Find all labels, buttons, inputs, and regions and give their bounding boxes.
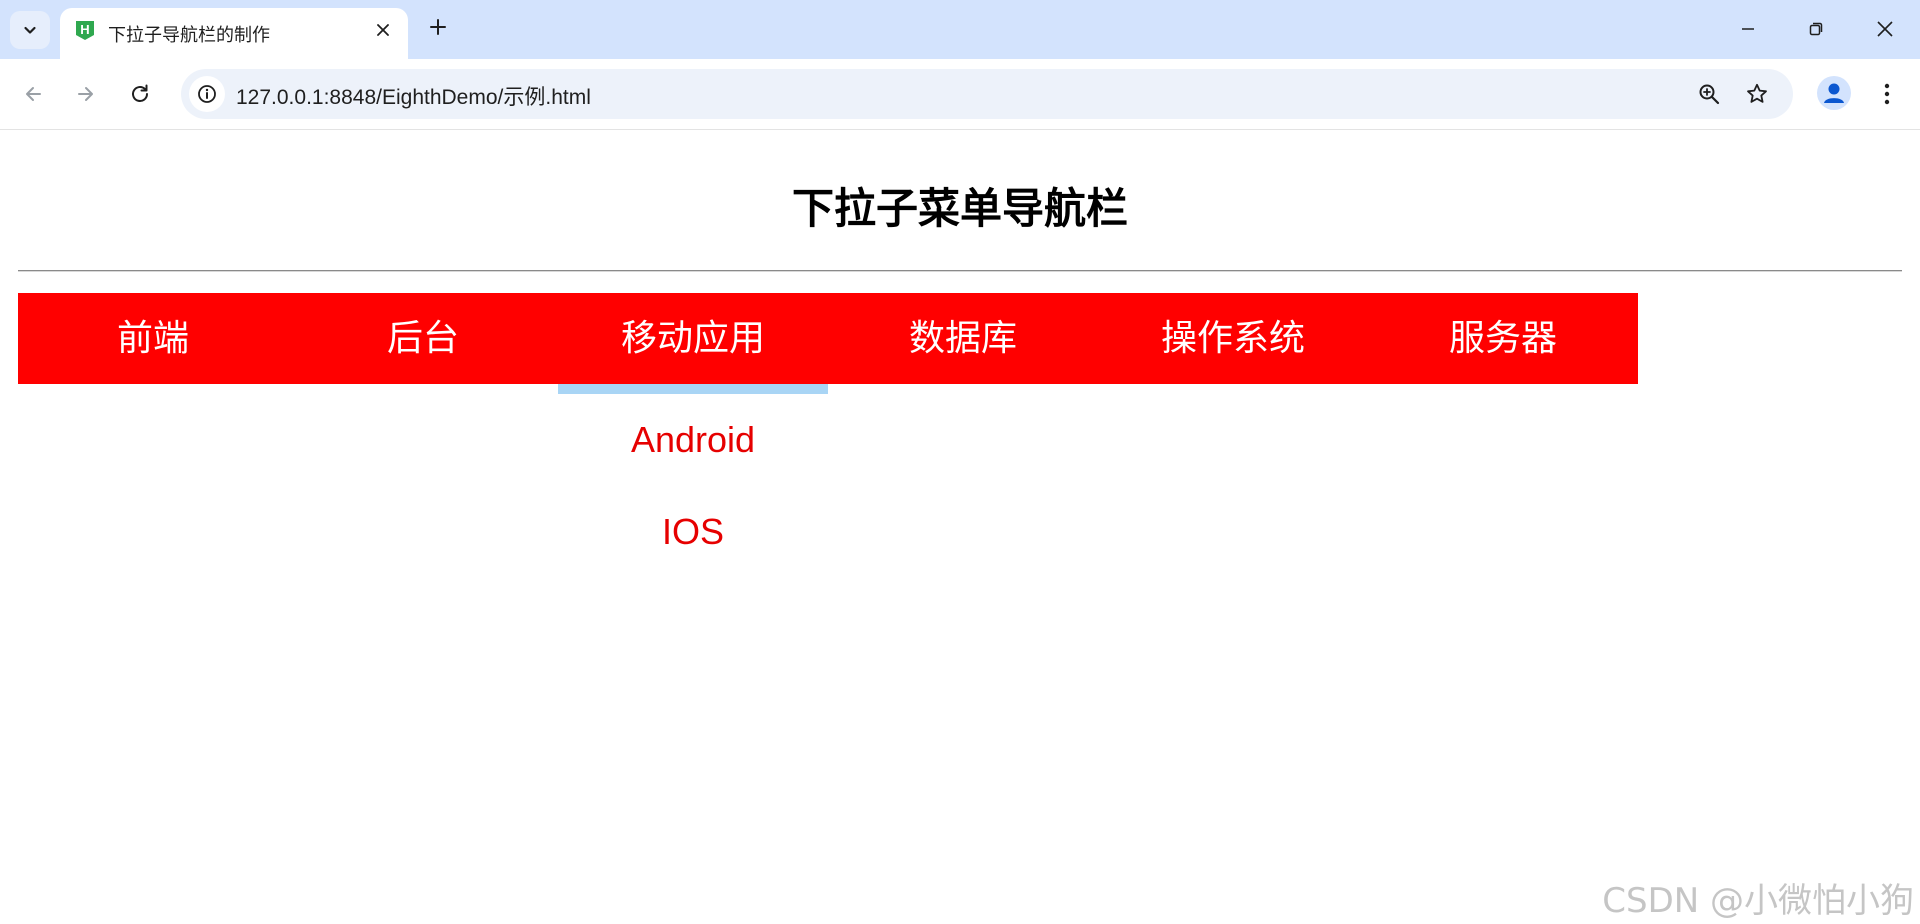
nav-item-mobile[interactable]: 移动应用 [558, 293, 828, 394]
browser-toolbar: 127.0.0.1:8848/EighthDemo/示例.html [0, 59, 1920, 130]
minimize-icon [1742, 28, 1754, 30]
nav-item-database[interactable]: 数据库 [828, 293, 1098, 384]
close-window-icon [1877, 21, 1893, 37]
star-icon [1747, 83, 1767, 103]
nav-item-frontend[interactable]: 前端 [18, 293, 288, 384]
bookmark-button[interactable] [1743, 80, 1771, 108]
tab-title: 下拉子导航栏的制作 [108, 25, 270, 45]
nav-item-backend[interactable]: 后台 [288, 293, 558, 384]
new-tab-button[interactable] [425, 14, 451, 40]
minimize-button[interactable] [1725, 12, 1771, 46]
submenu-item-ios[interactable]: IOS [558, 486, 828, 578]
reload-icon [132, 84, 148, 102]
site-info-button[interactable] [189, 76, 225, 112]
forward-button[interactable] [68, 76, 104, 112]
page-viewport: 下拉子菜单导航栏 前端 后台 移动应用 数据库 操作系统 服务器 Android… [0, 130, 1920, 924]
main-navbar: 前端 后台 移动应用 数据库 操作系统 服务器 [18, 293, 1638, 394]
watermark: CSDN @小微怕小狗 [1602, 881, 1914, 921]
profile-avatar-button[interactable] [1817, 76, 1851, 110]
svg-text:H: H [80, 22, 89, 37]
close-window-button[interactable] [1862, 12, 1908, 46]
horizontal-rule [18, 270, 1902, 272]
nav-item-os[interactable]: 操作系统 [1098, 293, 1368, 384]
person-icon [1824, 83, 1844, 103]
close-icon [377, 24, 389, 36]
zoom-in-icon [1699, 84, 1720, 105]
tab-close-button[interactable] [372, 19, 394, 41]
page-title: 下拉子菜单导航栏 [791, 184, 1128, 233]
url-text[interactable]: 127.0.0.1:8848/EighthDemo/示例.html [236, 81, 591, 111]
mobile-submenu: Android IOS [558, 394, 828, 578]
arrow-left-icon [26, 87, 41, 101]
back-button[interactable] [15, 76, 51, 112]
restore-button[interactable] [1793, 12, 1839, 46]
hbuilder-favicon-icon: H [74, 19, 96, 41]
chevron-down-icon [24, 26, 36, 34]
tab-search-button[interactable] [10, 11, 50, 49]
active-tab[interactable]: H 下拉子导航栏的制作 [60, 8, 408, 59]
zoom-button[interactable] [1695, 80, 1723, 108]
browser-menu-button[interactable] [1870, 76, 1904, 112]
arrow-right-icon [78, 87, 93, 101]
tab-strip: H 下拉子导航栏的制作 [0, 0, 1920, 59]
reload-button[interactable] [122, 76, 158, 112]
restore-icon [1809, 22, 1823, 36]
plus-icon [430, 19, 446, 35]
submenu-item-android[interactable]: Android [558, 394, 828, 486]
info-icon [198, 85, 216, 103]
more-vertical-icon [1884, 83, 1890, 105]
nav-item-server[interactable]: 服务器 [1368, 293, 1638, 384]
address-bar[interactable]: 127.0.0.1:8848/EighthDemo/示例.html [181, 69, 1793, 119]
